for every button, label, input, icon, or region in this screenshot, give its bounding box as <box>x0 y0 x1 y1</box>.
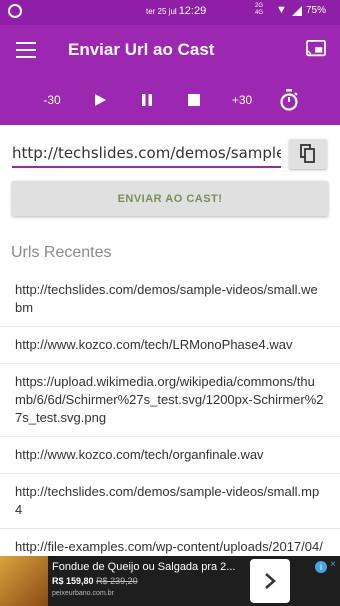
list-item[interactable]: https://upload.wikimedia.org/wikipedia/c… <box>0 364 340 437</box>
ad-price: R$ 159,80 R$ 239,20 <box>52 576 138 586</box>
stop-icon <box>188 94 200 106</box>
menu-icon[interactable] <box>16 42 36 58</box>
list-item[interactable]: http://techslides.com/demos/sample-video… <box>0 272 340 327</box>
ad-title: Fondue de Queijo ou Salgada pra 2... <box>52 561 236 573</box>
status-date: ter 25 jul <box>146 7 177 16</box>
stop-button[interactable] <box>182 87 206 113</box>
signal-icon <box>292 6 302 16</box>
forward-label: +30 <box>231 93 253 107</box>
app-bar: Enviar Url ao Cast <box>0 25 340 75</box>
status-time: ter 25 jul 12:29 <box>146 5 206 17</box>
ad-next-button[interactable] <box>250 559 290 603</box>
rewind-label: -30 <box>43 93 61 107</box>
chevron-right-icon <box>265 573 276 589</box>
play-button[interactable] <box>88 87 112 113</box>
ad-info-icon[interactable]: i <box>315 561 327 573</box>
network-indicator: 2G 4G <box>255 3 263 17</box>
list-item[interactable]: http://www.kozco.com/tech/organfinale.wa… <box>0 437 340 474</box>
ad-banner[interactable]: Fondue de Queijo ou Salgada pra 2... R$ … <box>0 556 340 606</box>
pause-button[interactable] <box>135 87 159 113</box>
recent-urls-title: Urls Recentes <box>11 244 112 261</box>
app-title: Enviar Url ao Cast <box>68 40 215 59</box>
forward-30-button[interactable]: +30 <box>225 87 259 113</box>
status-clock: 12:29 <box>178 5 207 17</box>
cast-icon[interactable] <box>305 40 327 58</box>
ad-domain: peixeurbano.com.br <box>52 590 114 597</box>
network-top-label: 2G <box>255 3 264 9</box>
status-bar: ter 25 jul 12:29 2G 4G ▼ 75% <box>0 0 340 25</box>
ad-price-value: R$ 159,80 <box>52 576 94 586</box>
url-input[interactable] <box>12 140 281 168</box>
send-to-cast-button[interactable]: ENVIAR AO CAST! <box>12 181 328 216</box>
list-item[interactable]: http://techslides.com/demos/sample-video… <box>0 474 340 529</box>
copy-icon <box>300 144 315 163</box>
battery-level: 75% <box>306 5 327 16</box>
paste-button[interactable] <box>289 139 327 169</box>
whatsapp-icon <box>8 4 22 18</box>
timer-button[interactable] <box>276 87 302 113</box>
ad-close-icon[interactable]: × <box>330 559 336 570</box>
ad-image <box>0 556 48 606</box>
playback-controls: -30 +30 <box>0 75 340 125</box>
timer-icon <box>280 89 298 111</box>
play-icon <box>95 94 106 106</box>
network-bottom-label: 4G <box>255 10 264 16</box>
rewind-30-button[interactable]: -30 <box>36 87 68 113</box>
ad-old-price: R$ 239,20 <box>96 576 138 586</box>
list-item[interactable]: http://www.kozco.com/tech/LRMonoPhase4.w… <box>0 327 340 364</box>
recent-urls-list: http://techslides.com/demos/sample-video… <box>0 272 340 584</box>
wifi-icon: ▼ <box>276 4 287 16</box>
pause-icon <box>142 94 152 106</box>
